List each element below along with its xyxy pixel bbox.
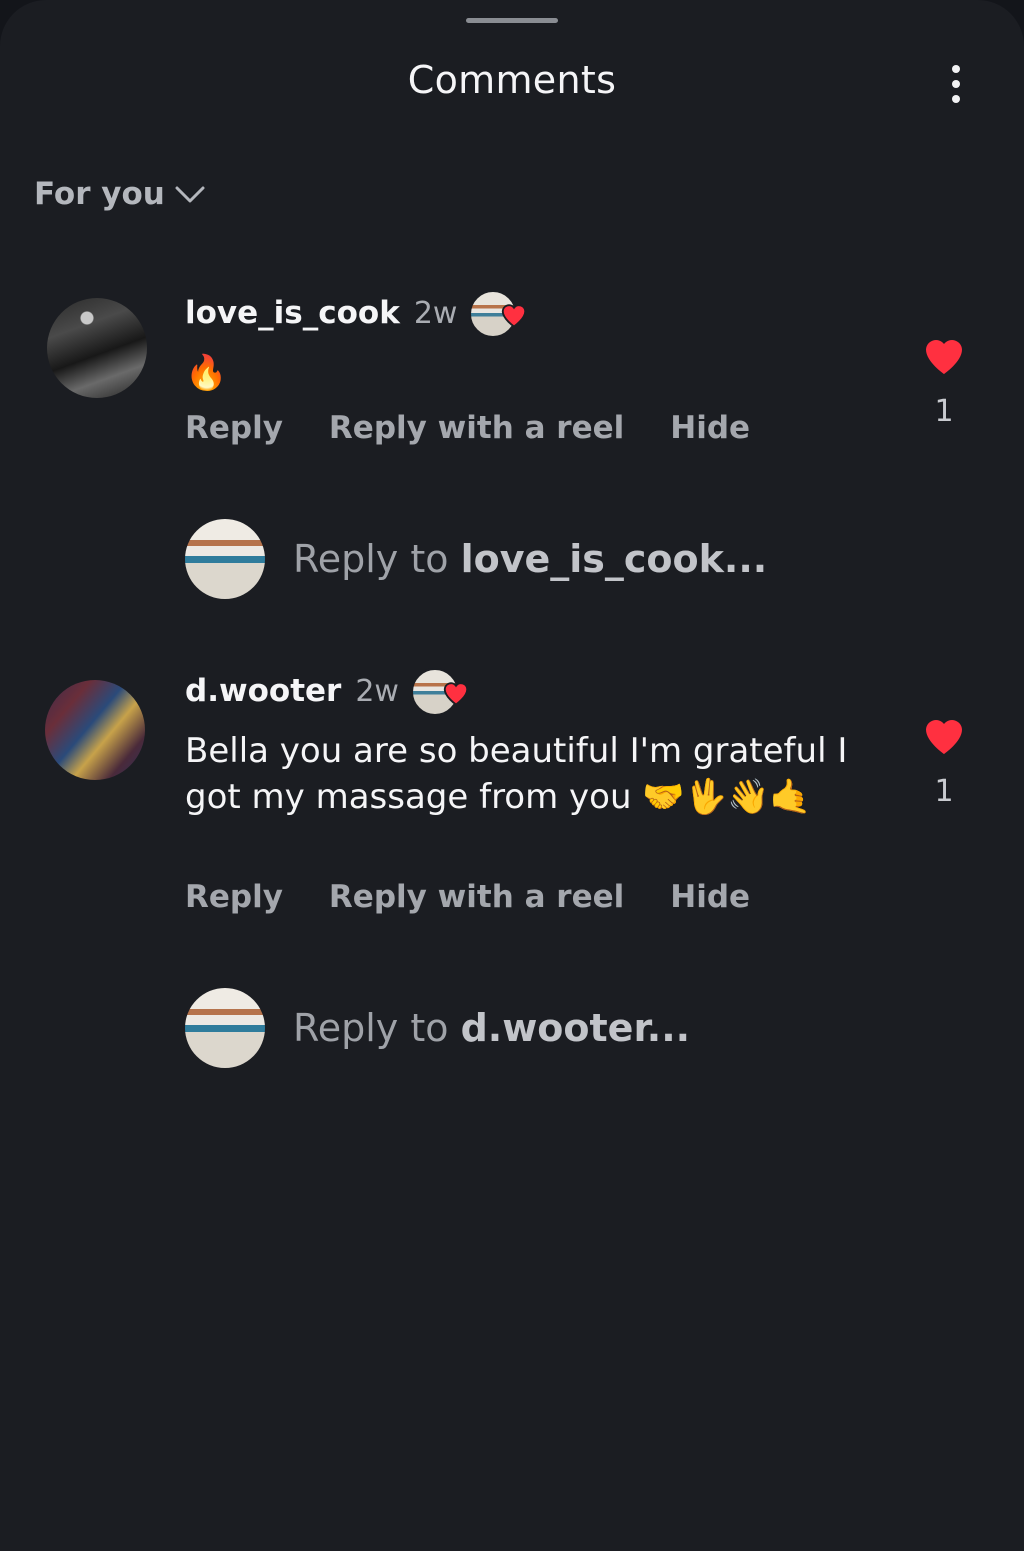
filter-dropdown[interactable]: For you (34, 176, 205, 212)
reply-prefix: Reply to (293, 537, 461, 581)
avatar[interactable] (45, 680, 145, 780)
reply-with-reel-button[interactable]: Reply with a reel (329, 879, 624, 915)
sheet-title: Comments (407, 58, 617, 102)
heart-icon[interactable] (920, 712, 968, 756)
drag-handle[interactable] (466, 18, 558, 23)
reply-input[interactable]: Reply to love_is_cook... (293, 537, 767, 581)
reply-target-name: love_is_cook... (460, 537, 768, 581)
comment-username[interactable]: d.wooter (185, 673, 341, 709)
comments-sheet: Comments For you love_is_cook 2w 🔥 Reply… (0, 0, 1024, 1551)
my-avatar (185, 988, 265, 1068)
avatar[interactable] (47, 298, 147, 398)
reply-button[interactable]: Reply (185, 879, 283, 915)
reply-input[interactable]: Reply to d.wooter... (293, 1006, 690, 1050)
comment-time: 2w (413, 295, 458, 331)
comment-text: 🔥 (185, 353, 228, 393)
heart-icon[interactable] (920, 332, 968, 376)
comment-text: Bella you are so beautiful I'm grateful … (185, 731, 848, 817)
creator-liked-heart-icon (502, 304, 527, 328)
reply-with-reel-button[interactable]: Reply with a reel (329, 410, 624, 446)
more-options-icon[interactable] (938, 56, 974, 112)
hide-button[interactable]: Hide (670, 410, 750, 446)
creator-liked-badge (469, 290, 527, 338)
comment-username[interactable]: love_is_cook (185, 295, 400, 331)
creator-liked-heart-icon (443, 682, 469, 706)
my-avatar (185, 519, 265, 599)
like-count: 1 (934, 394, 954, 429)
like-count: 1 (934, 774, 954, 809)
reply-target-name: d.wooter... (460, 1006, 691, 1050)
reply-prefix: Reply to (293, 1006, 461, 1050)
creator-liked-badge (410, 668, 469, 716)
filter-label: For you (34, 176, 165, 212)
reply-button[interactable]: Reply (185, 410, 283, 446)
chevron-down-icon (175, 186, 205, 203)
comment-time: 2w (355, 673, 399, 709)
hide-button[interactable]: Hide (670, 879, 750, 915)
